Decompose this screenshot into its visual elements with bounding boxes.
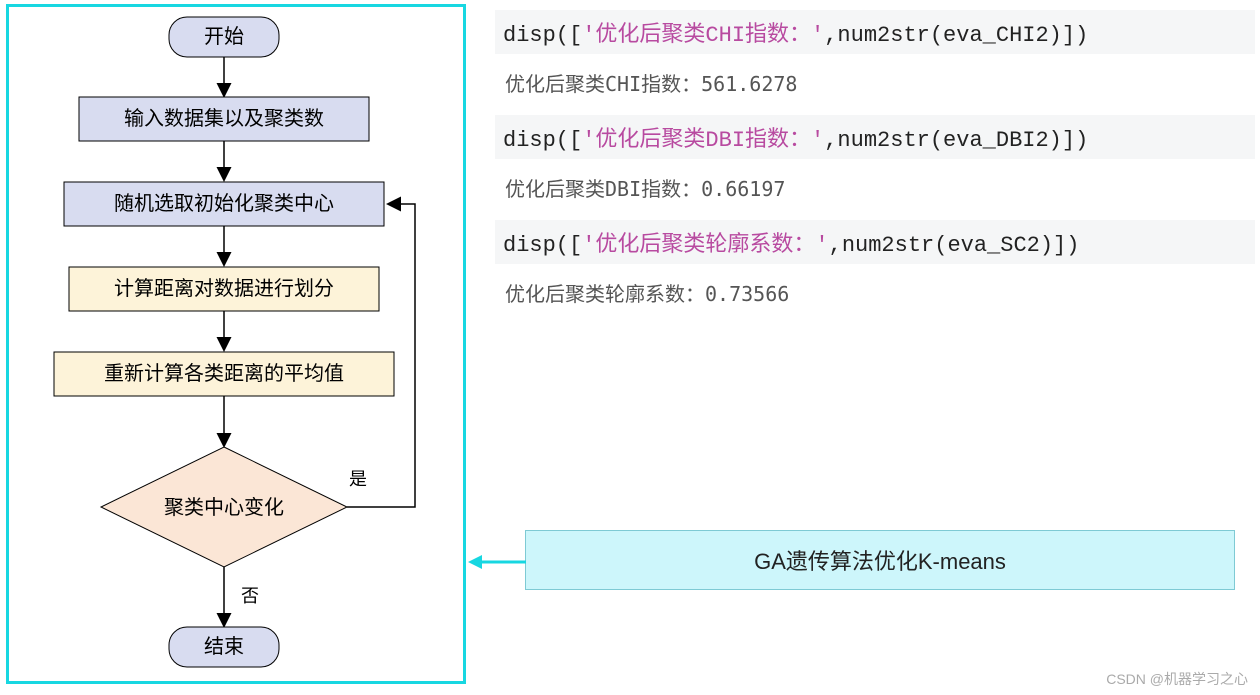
code-output-panel: disp(['优化后聚类CHI指数：',num2str(eva_CHI2)]) … (495, 0, 1255, 325)
callout-arrow-icon (468, 552, 528, 572)
node-end: 结束 (204, 635, 244, 658)
node-step3: 计算距离对数据进行划分 (114, 277, 334, 300)
node-decision: 聚类中心变化 (164, 496, 284, 519)
code-line-1: disp(['优化后聚类CHI指数：',num2str(eva_CHI2)]) (495, 10, 1255, 54)
node-step2: 随机选取初始化聚类中心 (114, 192, 334, 215)
output-line-2: 优化后聚类DBI指数：0.66197 (505, 173, 1255, 202)
callout-box: GA遗传算法优化K-means (525, 530, 1235, 590)
node-step1: 输入数据集以及聚类数 (124, 107, 324, 130)
callout-text: GA遗传算法优化K-means (754, 544, 1006, 576)
output-line-3: 优化后聚类轮廓系数：0.73566 (505, 278, 1255, 307)
code-line-3: disp(['优化后聚类轮廓系数：',num2str(eva_SC2)]) (495, 220, 1255, 264)
node-step4: 重新计算各类距离的平均值 (104, 362, 344, 385)
label-yes: 是 (349, 469, 367, 489)
label-no: 否 (241, 586, 259, 606)
flowchart-panel: 开始 输入数据集以及聚类数 随机选取初始化聚类中心 计算距离对数据进行划分 重新… (6, 4, 466, 684)
node-start: 开始 (204, 25, 244, 48)
code-line-2: disp(['优化后聚类DBI指数：',num2str(eva_DBI2)]) (495, 115, 1255, 159)
output-line-1: 优化后聚类CHI指数：561.6278 (505, 68, 1255, 97)
watermark: CSDN @机器学习之心 (1106, 669, 1248, 689)
flowchart-svg: 开始 输入数据集以及聚类数 随机选取初始化聚类中心 计算距离对数据进行划分 重新… (9, 7, 463, 681)
